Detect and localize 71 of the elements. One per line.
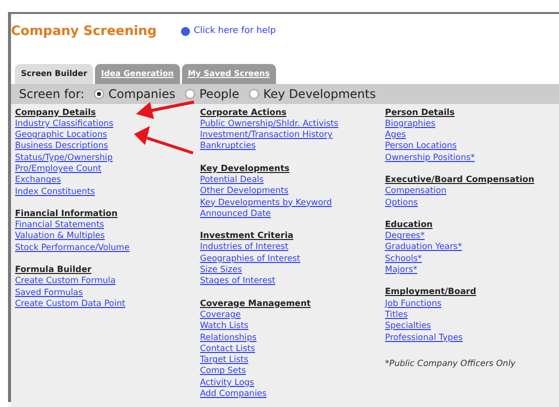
link[interactable]: Investment/Transaction History: [200, 130, 333, 142]
link[interactable]: Majors*: [385, 265, 418, 276]
link[interactable]: Saved Formulas: [15, 288, 83, 299]
link[interactable]: Index Constituents: [15, 186, 95, 198]
link[interactable]: Add Companies: [200, 389, 267, 400]
link[interactable]: Person Locations: [385, 141, 457, 153]
section-heading: Corporate Actions: [200, 108, 286, 119]
footnote: *Public Company Officers Only: [385, 358, 517, 371]
link[interactable]: Target Lists: [200, 355, 248, 366]
help-link[interactable]: Click here for help: [180, 25, 276, 38]
radio-button[interactable]: [94, 88, 104, 98]
section-heading: Employment/Board: [385, 287, 476, 299]
link[interactable]: Job Functions: [385, 298, 442, 310]
link[interactable]: Status/Type/Ownership: [15, 152, 113, 164]
link[interactable]: Geographies of Interest: [200, 254, 300, 266]
radio-label: Key Developments: [263, 86, 376, 102]
link[interactable]: Coverage: [200, 310, 241, 322]
link[interactable]: Watch Lists: [200, 321, 248, 333]
link[interactable]: Graduation Years*: [385, 242, 462, 254]
link[interactable]: Industry Classifications: [15, 118, 114, 130]
link[interactable]: Stages of Interest: [200, 276, 276, 288]
link[interactable]: Other Developments: [200, 186, 288, 198]
link[interactable]: Size Sizes: [200, 265, 242, 276]
link[interactable]: Key Developments by Keyword: [200, 198, 332, 209]
link[interactable]: Compensation: [385, 186, 446, 198]
section-heading: Education: [385, 220, 433, 232]
link[interactable]: Specialties: [385, 321, 431, 333]
link[interactable]: Announced Date: [200, 208, 271, 220]
link[interactable]: Biographies: [385, 118, 436, 130]
link[interactable]: Geographic Locations: [15, 130, 108, 142]
link[interactable]: Ages: [385, 130, 406, 142]
link[interactable]: Valuation & Multiples: [15, 231, 105, 243]
link[interactable]: Comp Sets: [200, 366, 246, 378]
help-icon: [180, 27, 190, 36]
section-heading: Key Developments: [200, 164, 290, 175]
radio-label: People: [199, 86, 240, 102]
link[interactable]: Degrees*: [385, 231, 425, 242]
link[interactable]: Create Custom Formula: [15, 276, 116, 288]
link[interactable]: Exchanges: [15, 175, 61, 187]
link[interactable]: Bankruptcies: [200, 141, 256, 153]
link[interactable]: Relationships: [200, 332, 257, 344]
section-heading: Person Details: [385, 108, 455, 119]
link[interactable]: Options: [385, 198, 418, 209]
link[interactable]: Potential Deals: [200, 174, 264, 186]
radio-button[interactable]: [249, 88, 260, 98]
radio-label: Companies: [108, 86, 176, 102]
section-heading: Financial Information: [15, 208, 118, 220]
link[interactable]: Pro/Employee Count: [15, 164, 102, 176]
link[interactable]: Contact Lists: [200, 344, 256, 356]
pointer-arrow: [133, 125, 195, 155]
section-heading: Executive/Board Compensation: [385, 174, 534, 186]
section-heading: Coverage Management: [200, 298, 311, 310]
link[interactable]: Create Custom Data Point: [15, 298, 126, 310]
link[interactable]: Business Descriptions: [15, 141, 108, 153]
radio-button[interactable]: [185, 88, 196, 98]
section-heading: Formula Builder: [15, 265, 92, 276]
link[interactable]: Stock Performance/Volume: [15, 242, 130, 254]
link[interactable]: Financial Statements: [15, 220, 104, 232]
link[interactable]: Public Ownership/Shldr. Activists: [200, 118, 338, 130]
link[interactable]: Titles: [385, 310, 408, 322]
page-title: Company Screening: [11, 23, 157, 41]
pointer-arrow: [135, 100, 195, 122]
section-heading: Company Details: [15, 108, 96, 119]
section-heading: Investment Criteria: [200, 231, 294, 242]
link[interactable]: Professional Types: [385, 332, 463, 344]
link[interactable]: Schools*: [385, 254, 422, 266]
screen-for-label: Screen for:: [19, 86, 84, 102]
link[interactable]: Industries of Interest: [200, 242, 288, 254]
tab[interactable]: Screen Builder: [15, 64, 94, 84]
link[interactable]: Ownership Positions*: [385, 152, 475, 164]
link[interactable]: Activity Logs: [200, 378, 254, 390]
